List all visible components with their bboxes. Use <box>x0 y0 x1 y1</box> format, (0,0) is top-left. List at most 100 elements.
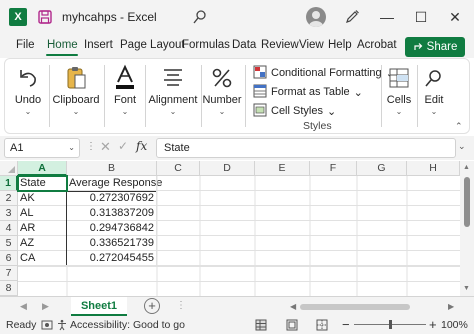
worksheet-grid[interactable]: A B C D E F G H 1 2 3 4 5 6 7 8 State Av… <box>0 161 460 296</box>
clipboard-icon <box>62 64 90 92</box>
ribbon-divider <box>417 65 418 127</box>
share-button[interactable]: Share <box>405 37 465 57</box>
insert-function-button[interactable]: fx <box>136 139 147 153</box>
conditional-formatting-label: Conditional Formatting <box>271 67 382 79</box>
tab-view[interactable]: View <box>299 39 324 51</box>
scroll-up-icon[interactable]: ▲ <box>463 164 470 171</box>
find-icon <box>420 64 448 92</box>
chevron-down-icon: ⌄ <box>395 107 403 116</box>
editing-group[interactable]: Edit ⌄ <box>419 59 449 133</box>
chevron-down-icon: ⌄ <box>72 107 80 116</box>
cells-label: Cells <box>386 94 412 106</box>
horizontal-scroll-thumb[interactable] <box>300 304 410 310</box>
more-options-icon[interactable]: ⋮ <box>176 300 186 311</box>
conditional-formatting-button[interactable]: Conditional Formatting ⌄ <box>253 64 395 82</box>
clipboard-label: Clipboard <box>52 94 100 106</box>
tab-file[interactable]: File <box>16 39 35 51</box>
check-icon[interactable]: ✓ <box>118 139 128 153</box>
page-layout-view-icon[interactable] <box>286 319 298 331</box>
scroll-down-icon[interactable]: ▼ <box>463 285 470 292</box>
format-as-table-button[interactable]: Format as Table ⌄ <box>253 83 381 101</box>
tab-insert[interactable]: Insert <box>84 39 113 51</box>
expand-formula-bar-icon[interactable]: ⌄ <box>458 141 466 152</box>
ribbon-divider <box>49 65 50 127</box>
minimize-button[interactable]: — <box>376 6 398 28</box>
editing-label: Edit <box>424 94 444 106</box>
sheet-tab-sheet1[interactable]: Sheet1 <box>71 297 127 316</box>
font-label: Font <box>113 94 136 106</box>
macro-recording-icon[interactable] <box>41 319 53 331</box>
collapse-ribbon-icon[interactable]: ⌃ <box>455 121 463 132</box>
ribbon-divider <box>245 65 246 127</box>
formula-input[interactable]: State <box>156 138 456 158</box>
tab-formulas[interactable]: Formulas <box>182 39 230 51</box>
styles-group-caption: Styles <box>303 120 332 132</box>
more-options-icon[interactable]: ⋮ <box>86 141 96 152</box>
undo-label: Undo <box>14 94 42 106</box>
active-tab-indicator <box>46 54 78 56</box>
number-label: Number <box>202 94 242 106</box>
scroll-right-icon[interactable]: ▶ <box>448 302 454 311</box>
add-sheet-button[interactable]: + <box>144 298 160 314</box>
chevron-down-icon: ⌄ <box>169 107 177 116</box>
next-sheet-icon[interactable]: ▶ <box>42 301 49 312</box>
undo-group[interactable]: Undo ⌄ <box>11 59 45 133</box>
chevron-down-icon[interactable]: ⌄ <box>68 139 75 157</box>
page-break-view-icon[interactable] <box>316 319 328 331</box>
ribbon-divider <box>104 65 105 127</box>
font-group[interactable]: Font ⌄ <box>108 59 142 133</box>
tab-data[interactable]: Data <box>232 39 256 51</box>
name-box-value: A1 <box>10 142 24 154</box>
maximize-button[interactable]: ☐ <box>410 6 432 28</box>
accessibility-icon[interactable] <box>56 319 68 331</box>
cells-icon <box>385 64 413 92</box>
chevron-down-icon: ⌄ <box>121 107 129 116</box>
pen-icon[interactable] <box>344 9 360 25</box>
undo-icon <box>14 64 42 92</box>
vertical-scrollbar[interactable]: ▲ ▼ <box>460 161 474 296</box>
clipboard-group[interactable]: Clipboard ⌄ <box>52 59 100 133</box>
ribbon-divider <box>381 65 382 127</box>
normal-view-icon[interactable] <box>255 319 267 331</box>
save-icon[interactable] <box>37 9 53 25</box>
close-button[interactable]: ✕ <box>444 6 466 28</box>
cell-styles-button[interactable]: Cell Styles ⌄ <box>253 102 381 120</box>
styles-group: Conditional Formatting ⌄ Format as Table… <box>253 64 395 121</box>
previous-sheet-icon[interactable]: ◀ <box>20 301 27 312</box>
alignment-group[interactable]: Alignment ⌄ <box>147 59 199 133</box>
title-bar: X myhcahps - Excel — ☐ ✕ <box>0 0 474 34</box>
accessibility-status[interactable]: Accessibility: Good to go <box>70 319 185 331</box>
font-icon <box>111 64 139 92</box>
tab-page-layout[interactable]: Page Layout <box>120 39 185 51</box>
cell-styles-icon <box>253 103 267 120</box>
status-ready: Ready <box>6 319 37 331</box>
number-group[interactable]: Number ⌄ <box>202 59 242 133</box>
chevron-down-icon: ⌄ <box>430 107 438 116</box>
tab-help[interactable]: Help <box>328 39 352 51</box>
ribbon: Undo ⌄ Clipboard ⌄ Font ⌄ Alignment ⌄ Nu… <box>4 58 470 134</box>
zoom-out-button[interactable]: − <box>342 317 350 332</box>
name-box[interactable]: A1 ⌄ <box>4 138 80 158</box>
vertical-scroll-thumb[interactable] <box>464 177 470 227</box>
search-icon[interactable] <box>192 9 208 25</box>
tab-home[interactable]: Home <box>47 39 78 51</box>
tab-acrobat[interactable]: Acrobat <box>357 39 397 51</box>
cells-group[interactable]: Cells ⌄ <box>383 59 415 133</box>
gridlines <box>18 176 460 296</box>
cell-a1[interactable]: State <box>17 175 68 192</box>
zoom-level[interactable]: 100% <box>441 319 468 331</box>
avatar[interactable] <box>306 7 326 27</box>
excel-logo-icon: X <box>9 8 27 26</box>
cancel-icon[interactable]: ✕ <box>100 139 111 155</box>
status-bar: Ready Accessibility: Good to go − + 100% <box>0 316 474 334</box>
share-icon <box>413 41 423 54</box>
sheet-tab-bar: ◀ ▶ Sheet1 + ⋮ ◀ ▶ <box>0 296 474 316</box>
format-as-table-icon <box>253 84 267 101</box>
tab-review[interactable]: Review <box>261 39 299 51</box>
cell-styles-label: Cell Styles <box>271 105 323 117</box>
share-label: Share <box>426 41 458 53</box>
percent-icon <box>208 64 236 92</box>
scroll-left-icon[interactable]: ◀ <box>290 302 296 311</box>
zoom-slider-thumb[interactable] <box>389 320 392 329</box>
zoom-in-button[interactable]: + <box>429 317 437 332</box>
